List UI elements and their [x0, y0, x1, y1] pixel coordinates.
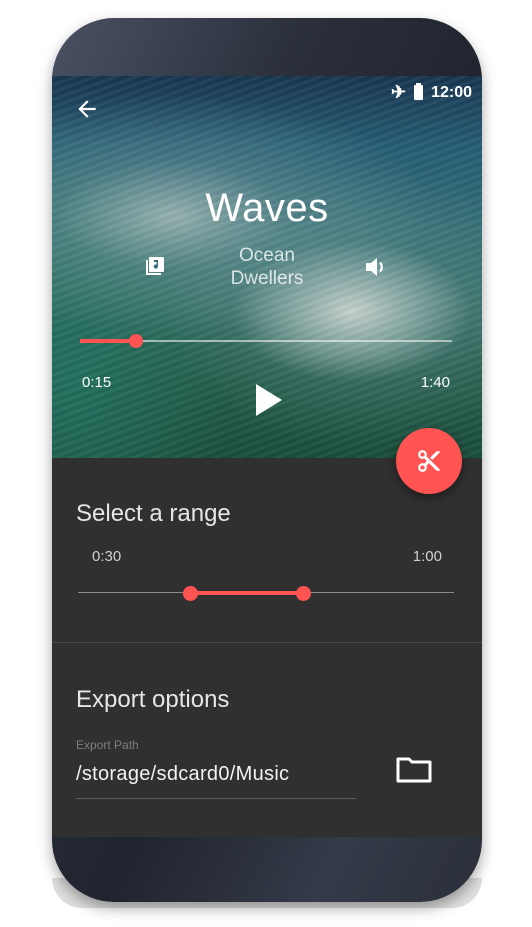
range-slider-selection [190, 591, 304, 595]
artist-name-line2: Dwellers [230, 268, 304, 289]
volume-icon[interactable] [364, 256, 388, 278]
playback-thumb[interactable] [128, 334, 143, 348]
artist-name-line1: Ocean [239, 245, 295, 266]
track-title: Waves [205, 186, 329, 230]
range-end-label: 1:00 [412, 548, 442, 565]
export-path-underline [76, 798, 356, 799]
export-path-field[interactable]: /storage/sdcard0/Music [76, 763, 289, 786]
range-section-title: Select a range [76, 500, 231, 527]
export-section-title: Export options [76, 686, 230, 713]
status-time: 12:00 [431, 83, 472, 101]
playback-progress [80, 339, 136, 343]
range-start-label: 0:30 [92, 548, 122, 565]
back-arrow-icon[interactable] [74, 96, 100, 122]
current-time: 0:15 [82, 374, 112, 391]
range-start-thumb[interactable] [183, 586, 199, 601]
status-bar: ✈ 12:00 [391, 82, 472, 103]
play-icon[interactable] [250, 380, 286, 420]
range-end-thumb[interactable] [296, 586, 312, 601]
export-path-label: Export Path [76, 738, 139, 752]
folder-icon[interactable] [396, 755, 432, 783]
airplane-icon: ✈ [390, 82, 407, 102]
cut-button[interactable] [396, 428, 462, 494]
total-time: 1:40 [420, 374, 450, 391]
scissors-icon [418, 450, 440, 472]
playlist-icon[interactable] [146, 257, 164, 275]
section-divider [52, 642, 482, 643]
app-screen: ✈ 12:00 Waves Ocean Dwellers 0:15 1:40 S… [52, 76, 482, 837]
battery-icon [414, 83, 424, 100]
artist-name: Ocean Dwellers [52, 244, 482, 290]
